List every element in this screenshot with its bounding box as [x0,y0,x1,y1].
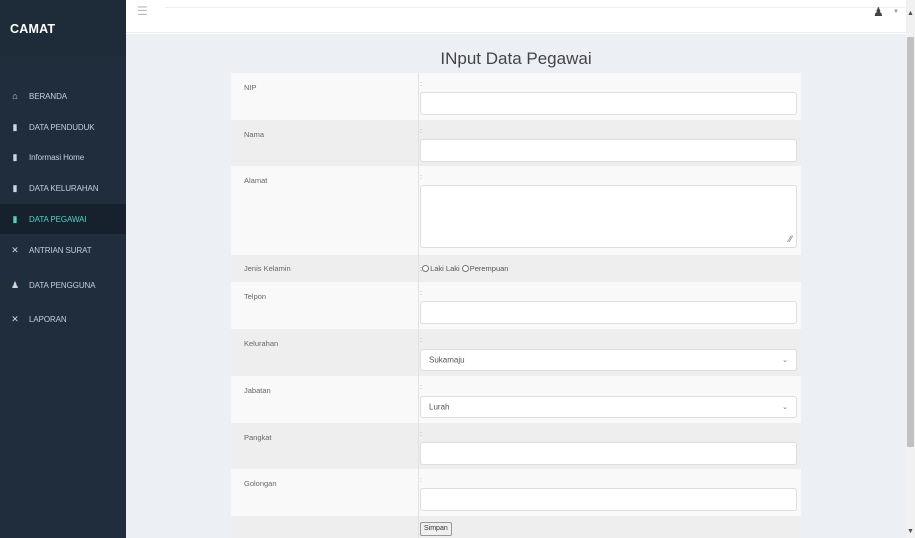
home-icon: ⌂ [12,90,18,101]
pangkat-label: Pangkat [244,433,272,442]
divider [418,376,419,423]
pangkat-input[interactable] [420,442,797,465]
colon-separator: : [420,477,422,484]
sidebar-item-data-pengguna[interactable]: ♟ DATA PENGGUNA [0,270,126,300]
form-row-pangkat: Pangkat : [231,423,801,469]
form-row-telpon: Telpon : [231,282,801,329]
colon-separator: : [420,337,422,344]
page-title: INput Data Pegawai [440,49,592,68]
radio-label-laki-laki: Laki Laki [430,264,460,273]
colon-separator: : [420,128,422,135]
form-row-nama: Nama : [231,120,801,166]
form-row-submit: Simpan [231,516,801,538]
file-icon: ▮ [12,121,18,132]
chevron-down-icon[interactable]: ▼ [893,9,899,15]
divider [165,7,905,8]
brand-text: CAMAT [10,22,56,36]
divider [418,469,419,516]
sidebar-item-label: Informasi Home [29,152,85,162]
brand-logo[interactable]: CAMAT [0,0,126,56]
hamburger-icon[interactable]: ☰ [137,5,148,17]
colon-separator: : [420,290,422,297]
divider [418,73,419,120]
sidebar-item-label: DATA PENDUDUK [29,122,95,132]
scroll-down-icon[interactable]: ▼ [906,528,915,535]
scroll-up-icon[interactable]: ▲ [906,10,915,17]
sidebar-item-label: BERANDA [29,91,67,101]
radio-laki-laki[interactable] [422,265,430,272]
sidebar-item-informasi-home[interactable]: ▮ Informasi Home [0,142,126,172]
jenis-kelamin-label: Jenis Kelamin [244,264,291,273]
colon-separator: : [420,174,422,181]
user-group-icon[interactable]: ♟ [873,6,884,18]
divider [418,255,419,282]
divider [418,282,419,329]
nama-label: Nama [244,130,265,139]
colon-separator: : [420,431,422,438]
nip-input[interactable] [420,92,797,115]
alamat-label: Alamat [244,176,268,185]
form-row-alamat: Alamat : ⁄⁄ [231,166,801,255]
nama-input[interactable] [420,139,797,162]
radio-label-perempuan: Perempuan [469,264,509,273]
alamat-textarea[interactable]: ⁄⁄ [420,185,797,248]
sidebar-item-label: DATA KELURAHAN [29,183,99,193]
golongan-label: Golongan [244,479,277,488]
jabatan-label: Jabatan [244,386,271,395]
nip-label: NIP [244,83,257,92]
divider [418,516,419,538]
form-row-jenis-kelamin: Jenis Kelamin : Laki Laki Perempuan [231,255,801,282]
resize-handle-icon[interactable]: ⁄⁄ [789,235,792,244]
colon-separator: : [420,384,422,391]
divider [418,166,419,255]
jabatan-selected-value: Lurah [429,402,450,412]
tools-icon: ✕ [11,244,19,255]
sidebar: CAMAT ⌂ BERANDA ▮ DATA PENDUDUK ▮ Inform… [0,0,126,538]
user-icon: ♟ [10,279,20,290]
chevron-down-icon: ⌄ [782,404,788,411]
sidebar-item-data-penduduk[interactable]: ▮ DATA PENDUDUK [0,112,126,142]
divider [418,120,419,166]
sidebar-item-label: LAPORAN [29,314,67,324]
sidebar-item-label: ANTRIAN SURAT [29,245,92,255]
tools-icon: ✕ [11,313,19,324]
simpan-button[interactable]: Simpan [420,522,452,536]
form-row-nip: NIP : [231,73,801,120]
telpon-input[interactable] [420,301,797,324]
sidebar-item-laporan[interactable]: ✕ LAPORAN [0,304,126,334]
jabatan-select[interactable]: Lurah ⌄ [420,396,797,418]
telpon-label: Telpon [244,292,267,301]
top-navbar [126,0,915,33]
file-icon: ▮ [12,182,18,193]
scrollbar-thumb[interactable] [907,37,914,447]
form-row-golongan: Golongan : [231,469,801,516]
divider [418,329,419,376]
form-row-kelurahan: Kelurahan : Sukamaju ⌄ [231,329,801,376]
sidebar-item-label: DATA PENGGUNA [29,280,96,290]
sidebar-item-antrian-surat[interactable]: ✕ ANTRIAN SURAT [0,235,126,265]
radio-perempuan[interactable] [461,265,469,272]
sidebar-item-label: DATA PEGAWAI [29,214,87,224]
kelurahan-label: Kelurahan [244,339,279,348]
kelurahan-select[interactable]: Sukamaju ⌄ [420,349,797,371]
divider [418,423,419,469]
form-row-jabatan: Jabatan : Lurah ⌄ [231,376,801,423]
sidebar-item-beranda[interactable]: ⌂ BERANDA [0,81,126,111]
chevron-down-icon: ⌄ [782,357,788,364]
file-icon: ▮ [12,213,18,224]
golongan-input[interactable] [420,488,797,511]
file-icon: ▮ [12,151,18,162]
colon-separator: : [420,81,422,88]
gender-radio-group: : Laki Laki Perempuan [420,264,508,273]
kelurahan-selected-value: Sukamaju [429,355,465,365]
sidebar-item-data-kelurahan[interactable]: ▮ DATA KELURAHAN [0,173,126,203]
sidebar-item-data-pegawai[interactable]: ▮ DATA PEGAWAI [0,204,126,234]
